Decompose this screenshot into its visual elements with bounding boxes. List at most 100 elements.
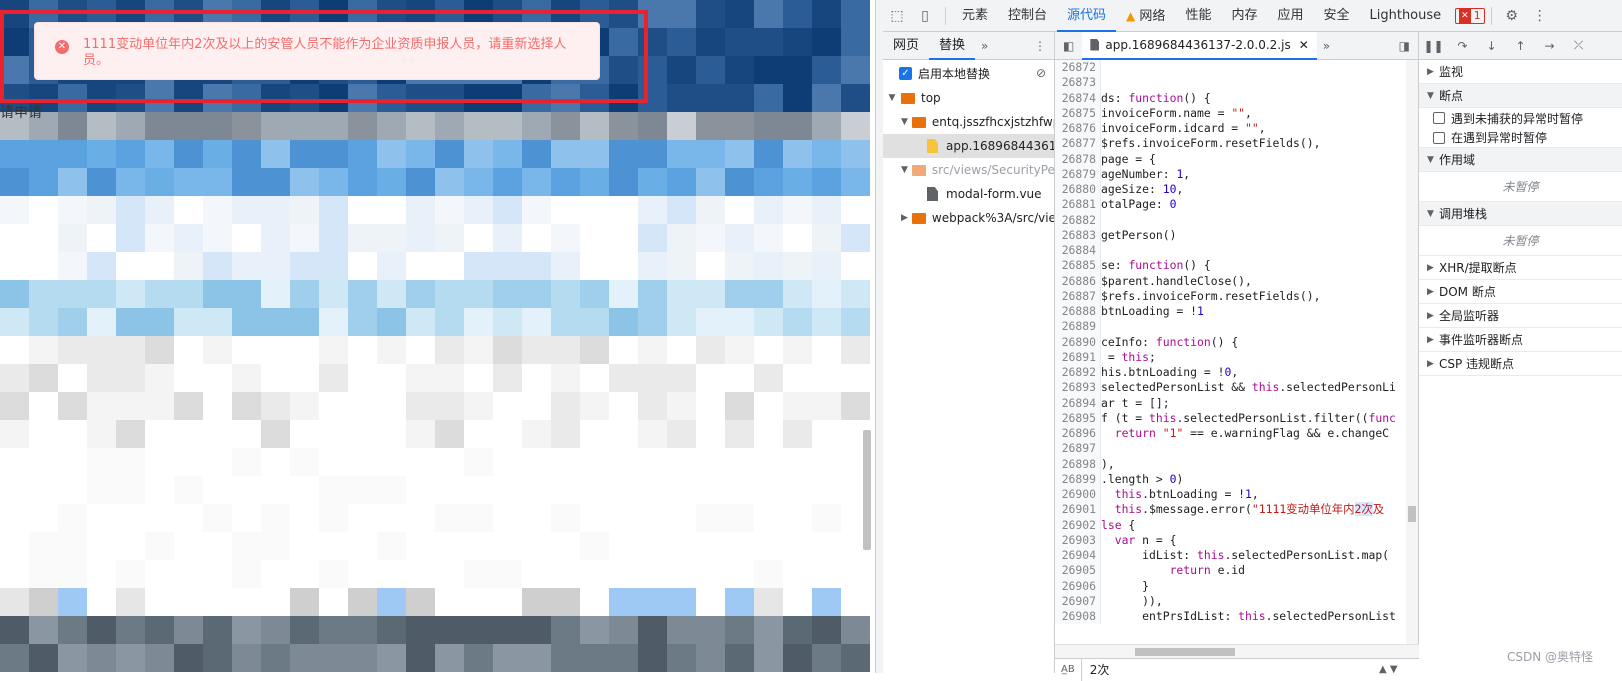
find-navigation-icon[interactable]: ▲ ▼ xyxy=(1379,664,1419,675)
checkbox[interactable] xyxy=(1433,112,1445,124)
section-dom-breakpoints[interactable]: ▶ DOM 断点 xyxy=(1419,280,1622,304)
step-over-icon[interactable]: ↷ xyxy=(1448,39,1477,53)
tab-console[interactable]: 控制台 xyxy=(998,0,1057,32)
close-tab-icon[interactable]: ✕ xyxy=(1299,31,1309,59)
tab-security[interactable]: 安全 xyxy=(1313,0,1359,32)
deactivate-breakpoints-icon[interactable]: ⤫ xyxy=(1564,38,1593,53)
code-line: 26876 invoiceForm.idcard = "", xyxy=(1055,121,1407,137)
section-watch[interactable]: ▶ 监视 xyxy=(1419,60,1622,84)
file-icon xyxy=(927,187,938,201)
match-case-icon[interactable]: A̲B xyxy=(1055,658,1082,681)
tree-item-webpack[interactable]: ▶ webpack%3A/src/vie xyxy=(883,206,1054,230)
code-line: 26908 entPrsIdList: this.selectedPersonL… xyxy=(1055,609,1407,625)
find-input[interactable]: 2次 xyxy=(1082,661,1110,678)
section-csp-breakpoints[interactable]: ▶ CSP 违规断点 xyxy=(1419,352,1622,376)
enable-overrides-row[interactable]: ✓ 启用本地替换 ⊘ xyxy=(883,60,1054,86)
code-line: 26893 selectedPersonList && this.selected… xyxy=(1055,380,1407,396)
more-options-icon[interactable]: ⋮ xyxy=(1526,0,1554,32)
code-line: 26877 $refs.invoiceForm.resetFields(), xyxy=(1055,136,1407,152)
file-icon xyxy=(1090,38,1100,51)
checkbox-checked-icon[interactable]: ✓ xyxy=(899,66,912,80)
section-event-listener-breakpoints[interactable]: ▶ 事件监听器断点 xyxy=(1419,328,1622,352)
code-line: 26880 ageSize: 10, xyxy=(1055,182,1407,198)
code-line: 26873 xyxy=(1055,75,1407,91)
device-toolbar-icon[interactable]: ▯ xyxy=(911,0,939,32)
code-line: 26890 ceInfo: function() { xyxy=(1055,334,1407,350)
editor-file-tab[interactable]: app.1689684436137-2.0.0.2.js ✕ xyxy=(1082,31,1317,60)
devtools-toolbar: ⬚ ▯ 元素 控制台 源代码 ▲ 网络 性能 内存 应用 安全 Lighthou… xyxy=(883,0,1622,32)
code-lines[interactable]: 26872 26873 26874 ds: function() { 26875 i… xyxy=(1055,60,1407,644)
code-horizontal-scrollbar[interactable] xyxy=(1055,644,1419,658)
expand-triangle-icon: ▼ xyxy=(888,93,896,103)
folder-icon xyxy=(911,212,926,224)
tab-network[interactable]: ▲ 网络 xyxy=(1116,0,1175,32)
not-paused-text: 未暂停 xyxy=(1419,226,1622,256)
code-line: 26902 lse { xyxy=(1055,517,1407,533)
step-into-icon[interactable]: ↓ xyxy=(1477,39,1506,53)
more-tabs-icon[interactable]: » xyxy=(1317,39,1336,53)
step-out-icon[interactable]: ↑ xyxy=(1506,39,1535,53)
clear-overrides-icon[interactable]: ⊘ xyxy=(1036,66,1046,80)
code-line: 26888 btnLoading = !1 xyxy=(1055,304,1407,320)
tree-item-domain[interactable]: ▼ entq.jsszfhcxjstzhfwpt xyxy=(883,110,1054,134)
code-line: 26903 var n = { xyxy=(1055,532,1407,548)
section-breakpoints[interactable]: ▼ 断点 xyxy=(1419,84,1622,108)
nav-menu-icon[interactable]: ⋮ xyxy=(1026,39,1054,53)
folder-icon xyxy=(911,116,926,128)
nav-tab-overrides[interactable]: 替换 xyxy=(929,32,976,60)
toggle-navigator-icon[interactable]: ◧ xyxy=(1055,39,1082,53)
code-line: 26875 invoiceForm.name = "", xyxy=(1055,105,1407,121)
error-icon: ✕ xyxy=(1459,8,1471,23)
debugger-sidebar: ❚❚ ↷ ↓ ↑ → ⤫ ▶ 监视 ▼ 断点 遇到未捕获的异常时暂停 在遇到异常时暂… xyxy=(1419,32,1622,673)
code-line: 26899 .length > 0) xyxy=(1055,471,1407,487)
tab-performance[interactable]: 性能 xyxy=(1175,0,1221,32)
web-page-viewport: 请申请 ✕ 1111变动单位年内2次及以上的安管人员不能作为企业资质申报人员，请… xyxy=(0,0,883,673)
more-tabs-icon[interactable]: » xyxy=(975,39,994,53)
checkbox[interactable] xyxy=(1433,131,1445,144)
code-line: 26892 his.btnLoading = !0, xyxy=(1055,365,1407,381)
pause-icon[interactable]: ❚❚ xyxy=(1419,39,1448,53)
nav-tab-page[interactable]: 网页 xyxy=(883,32,929,60)
tree-item-app-js[interactable]: app.16896844361 xyxy=(883,134,1054,158)
section-scope[interactable]: ▼ 作用域 xyxy=(1419,148,1622,172)
tab-elements[interactable]: 元素 xyxy=(952,0,998,32)
page-scrollbar-thumb[interactable] xyxy=(863,430,871,550)
code-line: 26904 idList: this.selectedPersonList.ma… xyxy=(1055,548,1407,564)
tree-item-top[interactable]: ▼ top xyxy=(883,86,1054,110)
code-line: 26887 $refs.invoiceForm.resetFields(), xyxy=(1055,288,1407,304)
pause-caught-option[interactable]: 在遇到异常时暂停 xyxy=(1419,128,1622,148)
section-xhr-breakpoints[interactable]: ▶ XHR/提取断点 xyxy=(1419,256,1622,280)
toggle-debugger-icon[interactable]: ◨ xyxy=(1391,39,1418,53)
section-call-stack[interactable]: ▼ 调用堆栈 xyxy=(1419,202,1622,226)
expand-triangle-icon: ▼ xyxy=(901,117,908,127)
code-line: 26907 )), xyxy=(1055,593,1407,609)
code-line: 26900 this.btnLoading = !1, xyxy=(1055,487,1407,503)
step-icon[interactable]: → xyxy=(1535,39,1564,53)
inspect-element-icon[interactable]: ⬚ xyxy=(883,0,911,32)
code-line: 26885 se: function() { xyxy=(1055,258,1407,274)
tab-application[interactable]: 应用 xyxy=(1267,0,1313,32)
folder-icon xyxy=(911,164,926,176)
code-line: 26889 xyxy=(1055,319,1407,335)
code-line: 26895 f (t = this.selectedPersonList.filt… xyxy=(1055,410,1407,426)
error-count-badge[interactable]: ✕ 1 xyxy=(1455,7,1485,24)
devtools-splitter[interactable] xyxy=(875,0,883,673)
tab-lighthouse[interactable]: Lighthouse xyxy=(1360,0,1452,32)
code-vertical-scrollbar[interactable] xyxy=(1406,60,1418,644)
code-line: 26894 ar t = []; xyxy=(1055,395,1407,411)
code-line: 26898), xyxy=(1055,456,1407,472)
tree-item-src-folder[interactable]: ▼ src/views/SecurityPe xyxy=(883,158,1054,182)
folder-icon xyxy=(901,92,915,104)
code-line: 26905 return e.id xyxy=(1055,563,1407,579)
collapse-triangle-icon: ▶ xyxy=(901,213,908,223)
section-global-listeners[interactable]: ▶ 全局监听器 xyxy=(1419,304,1622,328)
red-highlight-box xyxy=(0,10,648,103)
tree-item-modal-form[interactable]: modal-form.vue xyxy=(883,182,1054,206)
settings-gear-icon[interactable]: ⚙ xyxy=(1498,0,1526,32)
code-line: 26891 = this; xyxy=(1055,349,1407,365)
pause-uncaught-option[interactable]: 遇到未捕获的异常时暂停 xyxy=(1419,108,1622,128)
tab-sources[interactable]: 源代码 xyxy=(1057,0,1117,32)
code-line: 26884 xyxy=(1055,243,1407,259)
page-stub-text: 请申请 xyxy=(0,105,42,121)
tab-memory[interactable]: 内存 xyxy=(1221,0,1267,32)
